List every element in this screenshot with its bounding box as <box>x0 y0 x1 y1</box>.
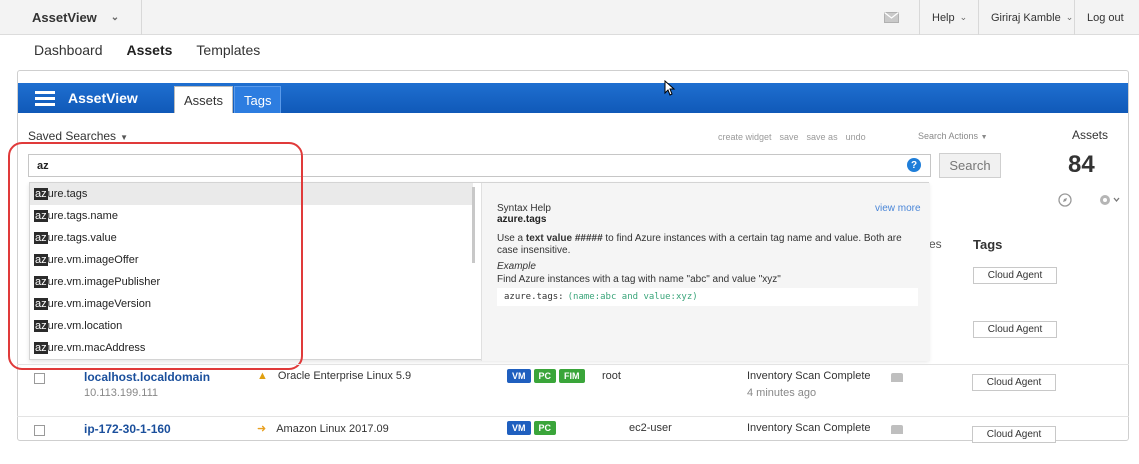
help-label: Help <box>932 11 955 24</box>
tag-chip[interactable]: Cloud Agent <box>973 321 1057 338</box>
highlight-annotation <box>8 142 303 370</box>
save-link[interactable]: save <box>780 132 799 142</box>
tag-chip[interactable]: Cloud Agent <box>973 267 1057 284</box>
column-header-partial: es <box>929 237 942 251</box>
badge-vm: VM <box>507 369 531 383</box>
module-nav: Dashboard Assets Templates <box>34 42 260 64</box>
code-key: azure.tags: <box>504 292 564 302</box>
chevron-down-icon: ⌄ <box>959 12 968 22</box>
desc-text: Use a <box>497 233 526 244</box>
scan-status: Inventory Scan Complete <box>747 370 871 382</box>
menu-icon[interactable] <box>35 90 55 106</box>
help-icon[interactable]: ? <box>907 158 921 172</box>
panel-header: AssetView Assets Tags <box>18 83 1128 113</box>
asset-hostname[interactable]: localhost.localdomain <box>84 370 210 384</box>
app-name: AssetView <box>32 10 97 25</box>
assets-count-label: Assets <box>1072 128 1109 142</box>
chevron-down-icon: ⌄ <box>110 12 120 23</box>
search-button[interactable]: Search <box>939 153 1001 178</box>
caret-down-icon: ▼ <box>980 134 988 141</box>
mouse-cursor-icon <box>664 79 676 101</box>
search-actions-label: Search Actions <box>918 131 979 141</box>
user-name: Giriraj Kamble <box>991 11 1061 24</box>
compass-icon[interactable] <box>1058 193 1072 211</box>
row-checkbox[interactable] <box>34 373 45 384</box>
caret-down-icon: ▼ <box>120 133 128 142</box>
nav-dashboard[interactable]: Dashboard <box>34 42 103 64</box>
assets-count: 84 <box>1068 151 1095 178</box>
asset-ip: 10.113.199.111 <box>84 387 159 399</box>
asset-os: ➜ Amazon Linux 2017.09 <box>257 422 389 436</box>
help-menu[interactable]: Help ⌄ <box>919 0 979 35</box>
badge-pc: PC <box>533 421 557 435</box>
tab-tags[interactable]: Tags <box>234 86 282 113</box>
logout-link[interactable]: Log out <box>1074 0 1136 35</box>
top-bar: AssetView ⌄ Help ⌄ Giriraj Kamble ⌄ Log … <box>0 0 1139 35</box>
tab-assets[interactable]: Assets <box>174 86 234 113</box>
asset-os: ▲ Oracle Enterprise Linux 5.9 <box>257 370 411 382</box>
undo-link[interactable]: undo <box>846 132 866 142</box>
badge-vm: VM <box>507 421 531 435</box>
asset-user: root <box>602 370 621 382</box>
tag-chip[interactable]: Cloud Agent <box>972 426 1056 443</box>
create-widget-link[interactable]: create widget <box>718 132 772 142</box>
os-name: Amazon Linux 2017.09 <box>276 422 389 435</box>
badge-fim: FIM <box>559 369 585 383</box>
desc-bold: text value ##### <box>525 233 603 244</box>
user-menu[interactable]: Giriraj Kamble ⌄ <box>978 0 1085 35</box>
gear-icon[interactable] <box>1098 193 1120 211</box>
device-icon <box>891 373 903 382</box>
nav-templates[interactable]: Templates <box>196 42 260 64</box>
scan-time: 4 minutes ago <box>747 387 817 399</box>
asset-hostname[interactable]: ip-172-30-1-160 <box>84 422 171 436</box>
linux-icon: ▲ <box>257 370 268 382</box>
logout-label: Log out <box>1087 11 1124 24</box>
badge-pc: PC <box>533 369 557 383</box>
amazon-icon: ➜ <box>257 423 267 435</box>
asset-user: ec2-user <box>629 422 672 434</box>
device-icon <box>891 425 903 434</box>
table-row[interactable]: localhost.localdomain 10.113.199.111 ▲ O… <box>17 364 1129 412</box>
syntax-help-panel: Syntax Help azure.tags view more Use a t… <box>481 183 930 361</box>
scan-status: Inventory Scan Complete <box>747 422 871 434</box>
module-badges: VM PC FIM <box>507 369 585 383</box>
chevron-down-icon: ⌄ <box>1065 12 1074 22</box>
panel-title: AssetView <box>68 90 138 106</box>
view-more-link[interactable]: view more <box>875 203 921 214</box>
code-value: (name:abc and value:xyz) <box>567 292 698 302</box>
syntax-help-title: Syntax Help <box>497 203 551 214</box>
search-links: create widget save save as undo <box>718 132 866 142</box>
example-description: Find Azure instances with a tag with nam… <box>497 274 781 285</box>
save-as-link[interactable]: save as <box>807 132 838 142</box>
syntax-help-description: Use a text value ##### to find Azure ins… <box>497 233 917 257</box>
tag-chip[interactable]: Cloud Agent <box>972 374 1056 391</box>
dropdown-scrollbar[interactable] <box>472 187 475 263</box>
app-switcher[interactable]: AssetView ⌄ <box>18 0 142 35</box>
example-code: azure.tags: (name:abc and value:xyz) <box>497 288 918 306</box>
saved-searches-label: Saved Searches <box>28 129 117 143</box>
search-actions-menu[interactable]: Search Actions ▼ <box>918 131 988 141</box>
toolbar-icons <box>1058 193 1120 211</box>
module-badges: VM PC <box>507 421 557 435</box>
syntax-help-field: azure.tags <box>497 214 547 225</box>
nav-assets[interactable]: Assets <box>127 42 173 64</box>
example-heading: Example <box>497 261 536 272</box>
os-name: Oracle Enterprise Linux 5.9 <box>277 370 412 382</box>
column-header-tags: Tags <box>973 237 1003 252</box>
panel-brand: AssetView <box>35 83 138 113</box>
row-checkbox[interactable] <box>34 425 45 436</box>
mail-icon[interactable] <box>872 0 911 35</box>
table-row[interactable]: ip-172-30-1-160 ➜ Amazon Linux 2017.09 V… <box>17 416 1129 464</box>
saved-searches-dropdown[interactable]: Saved Searches ▼ <box>28 129 128 143</box>
